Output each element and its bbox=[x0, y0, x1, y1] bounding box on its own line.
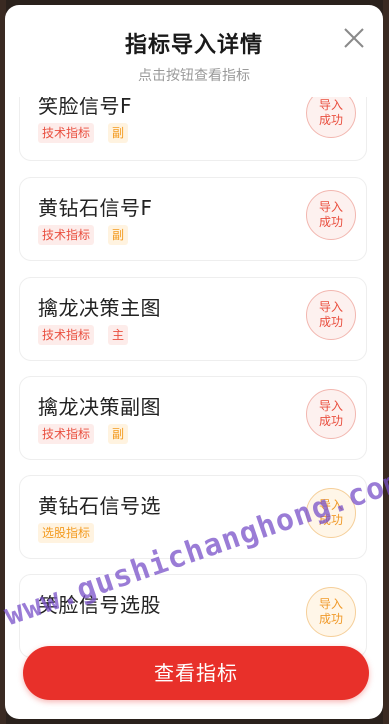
modal-title: 指标导入详情 bbox=[124, 33, 263, 58]
indicator-name: 笑脸信号F bbox=[38, 97, 133, 118]
tag-chart-position: 副 bbox=[108, 225, 129, 245]
close-button[interactable] bbox=[339, 23, 369, 53]
list-item[interactable]: 擒龙决策副图 技术指标 副 导入 成功 bbox=[19, 376, 367, 460]
indicator-name: 擒龙决策副图 bbox=[38, 395, 161, 419]
status-badge: 导入 成功 bbox=[306, 488, 356, 538]
tag-indicator-type: 选股指标 bbox=[38, 523, 95, 543]
status-badge: 导入 成功 bbox=[306, 389, 356, 439]
status-badge: 导入 成功 bbox=[306, 97, 356, 138]
backdrop bbox=[383, 0, 389, 724]
modal-subtitle: 点击按钮查看指标 bbox=[138, 68, 250, 84]
view-indicators-button[interactable]: 查看指标 bbox=[23, 646, 369, 700]
tag-indicator-type: 技术指标 bbox=[38, 325, 95, 345]
list-item[interactable]: 黄钻石信号选 选股指标 导入 成功 bbox=[19, 475, 367, 559]
tag-indicator-type: 技术指标 bbox=[38, 225, 95, 245]
status-badge: 导入 成功 bbox=[306, 290, 356, 340]
import-result-list[interactable]: 笑脸信号F 技术指标 副 导入 成功 黄钻石信号F 技术指标 副 导入 成功 擒龙决… bbox=[5, 97, 383, 719]
tag-chart-position: 主 bbox=[108, 325, 129, 345]
indicator-name: 擒龙决策主图 bbox=[38, 296, 161, 320]
indicator-name: 黄钻石信号F bbox=[38, 196, 153, 220]
list-item[interactable]: 黄钻石信号F 技术指标 副 导入 成功 bbox=[19, 177, 367, 261]
close-icon bbox=[344, 28, 364, 48]
tag-indicator-type: 技术指标 bbox=[38, 424, 95, 444]
indicator-name: 笑脸信号选股 bbox=[38, 593, 161, 617]
tag-chart-position: 副 bbox=[108, 123, 129, 143]
status-badge: 导入 成功 bbox=[306, 190, 356, 240]
indicator-import-modal: 指标导入详情 点击按钮查看指标 笑脸信号F 技术指标 副 导入 成功 黄钻石信号F… bbox=[5, 5, 383, 719]
list-item[interactable]: 擒龙决策主图 技术指标 主 导入 成功 bbox=[19, 277, 367, 361]
status-badge: 导入 成功 bbox=[306, 587, 356, 637]
list-item[interactable]: 笑脸信号F 技术指标 副 导入 成功 bbox=[19, 97, 367, 161]
tag-indicator-type: 技术指标 bbox=[38, 123, 95, 143]
indicator-name: 黄钻石信号选 bbox=[38, 494, 161, 518]
tag-chart-position: 副 bbox=[108, 424, 129, 444]
